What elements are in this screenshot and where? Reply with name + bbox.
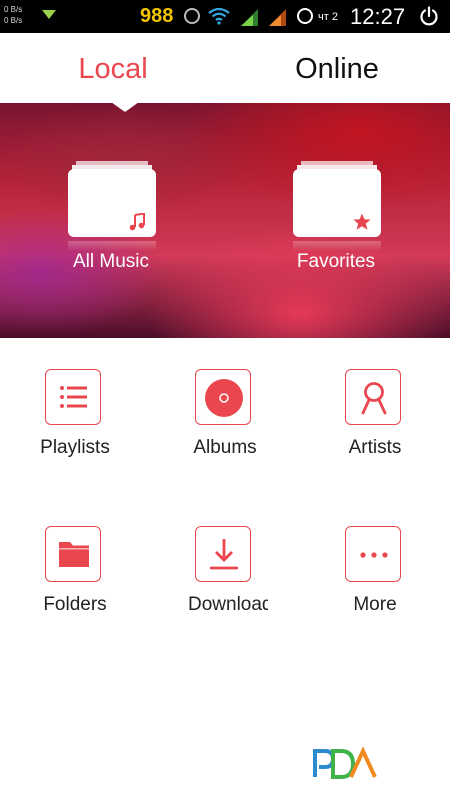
signal-icon: [241, 9, 258, 26]
artists-label: Artists: [348, 437, 402, 458]
net-down-speed: 0 B/s: [4, 16, 23, 25]
status-number: 988: [140, 5, 174, 27]
folder-icon: [293, 169, 381, 237]
status-time: 12:27: [350, 4, 406, 29]
person-icon: [345, 369, 401, 425]
download-arrow-icon: [42, 10, 56, 19]
more-label: More: [353, 594, 397, 615]
all-music-tile[interactable]: [68, 161, 156, 237]
tab-local[interactable]: Local: [38, 53, 188, 86]
playlists-label: Playlists: [40, 437, 110, 458]
tab-bar: Local Online: [0, 33, 450, 103]
folders-button[interactable]: Folders: [0, 526, 150, 626]
disc-icon: [195, 369, 251, 425]
tab-indicator-notch: [111, 102, 139, 112]
downloads-label: Downloads: [188, 594, 268, 615]
alarm-icon: [184, 8, 200, 24]
local-banner: All Music Favorites: [0, 102, 450, 338]
status-bar: 0 B/s 0 B/s 988 чт 2 12:27: [0, 0, 450, 33]
folder-icon: [45, 526, 101, 582]
favorites-label: Favorites: [296, 251, 376, 272]
downloads-button[interactable]: Downloads: [150, 526, 300, 626]
list-icon: [45, 369, 101, 425]
net-up-speed: 0 B/s: [4, 5, 23, 14]
playlists-button[interactable]: Playlists: [0, 369, 150, 469]
status-day: чт 2: [318, 11, 338, 23]
network-speed: 0 B/s 0 B/s: [4, 4, 22, 26]
albums-label: Albums: [193, 437, 257, 458]
all-music-label: All Music: [72, 251, 149, 272]
favorites-tile[interactable]: [293, 161, 381, 237]
folder-icon: [68, 169, 156, 237]
sync-icon: [297, 8, 313, 24]
more-button[interactable]: More: [300, 526, 450, 626]
folders-label: Folders: [43, 594, 107, 615]
signal-icon: [269, 9, 286, 26]
tab-online[interactable]: Online: [262, 53, 412, 86]
pda-watermark-logo: [313, 746, 377, 779]
albums-button[interactable]: Albums: [150, 369, 300, 469]
artists-button[interactable]: Artists: [300, 369, 450, 469]
music-note-icon: [129, 213, 145, 231]
star-icon: [353, 213, 371, 230]
wifi-icon: [208, 7, 230, 25]
tile-reflection: [68, 241, 156, 251]
more-dots-icon: [345, 526, 401, 582]
download-icon: [195, 526, 251, 582]
tile-reflection: [293, 241, 381, 251]
power-icon: [420, 6, 438, 26]
